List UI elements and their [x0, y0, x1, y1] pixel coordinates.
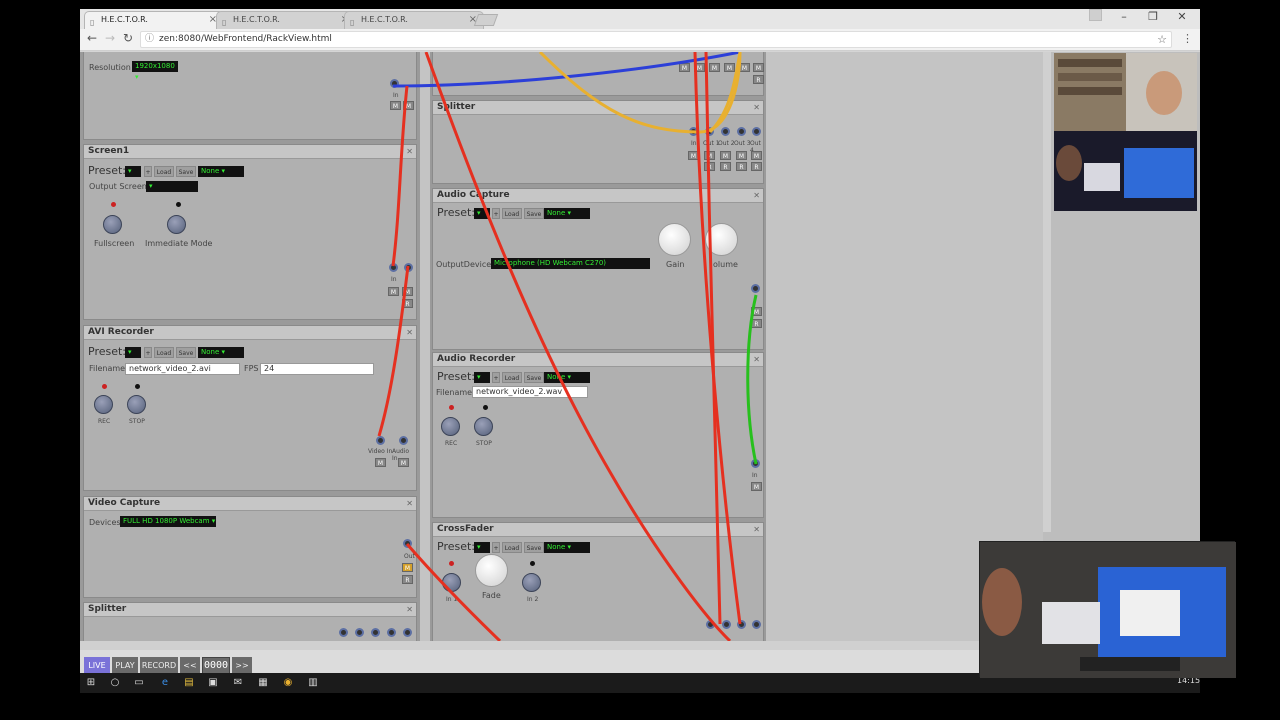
store-icon[interactable]: ▣: [206, 676, 220, 690]
green-cable[interactable]: [746, 294, 758, 465]
pip-image: [980, 542, 1236, 678]
back-icon[interactable]: ←: [84, 31, 100, 45]
red-cable[interactable]: [391, 85, 409, 267]
tab-strip: ▯ H.E.C.T.O.R. × ▯ H.E.C.T.O.R. × ▯ H.E.…: [80, 9, 1200, 29]
app-icon[interactable]: ▦: [256, 676, 270, 690]
picture-in-picture-video: [979, 541, 1236, 678]
close-window-icon[interactable]: ✕: [1172, 10, 1192, 23]
vertical-scrollbar[interactable]: [1043, 52, 1051, 532]
address-bar[interactable]: ⓘ zen:8080/WebFrontend/RackView.html ☆: [140, 31, 1172, 48]
red-cable[interactable]: [405, 543, 502, 641]
browser-tab-1[interactable]: ▯ H.E.C.T.O.R. ×: [84, 11, 224, 29]
tab-title: H.E.C.T.O.R.: [101, 15, 148, 24]
tab-title: H.E.C.T.O.R.: [361, 15, 408, 24]
new-tab-button[interactable]: [473, 14, 499, 26]
browser-tab-3[interactable]: ▯ H.E.C.T.O.R. ×: [344, 11, 484, 29]
profile-icon[interactable]: [1089, 9, 1102, 21]
minimize-icon[interactable]: –: [1114, 10, 1134, 23]
red-cable[interactable]: [377, 265, 410, 437]
yellow-cable[interactable]: [538, 52, 742, 134]
cortana-icon[interactable]: ○: [108, 676, 122, 690]
remote-desktop-icon[interactable]: ▥: [306, 676, 320, 690]
mail-icon[interactable]: ✉: [231, 676, 245, 690]
edge-icon[interactable]: e: [158, 676, 172, 690]
red-cable[interactable]: [424, 52, 732, 641]
patch-cables: [377, 52, 758, 641]
horizontal-scrollbar[interactable]: [80, 641, 1043, 650]
task-view-icon[interactable]: ▭: [132, 676, 146, 690]
webcam-image: [1054, 53, 1197, 211]
chrome-icon[interactable]: ◉: [281, 676, 295, 690]
webcam-feed: [1054, 53, 1197, 211]
star-icon[interactable]: ☆: [1157, 32, 1167, 47]
reload-icon[interactable]: ↻: [120, 31, 136, 45]
tab-title: H.E.C.T.O.R.: [233, 15, 280, 24]
blue-cable[interactable]: [392, 52, 741, 88]
restore-icon[interactable]: ❐: [1143, 10, 1163, 23]
browser-toolbar: ← → ↻ ⓘ zen:8080/WebFrontend/RackView.ht…: [80, 29, 1200, 51]
rack-view: Resolution 1920x1080 ▾ In M M Screen1 ✕ P…: [80, 52, 1043, 641]
windows-start-icon[interactable]: ⊞: [84, 676, 98, 690]
red-cable[interactable]: [704, 52, 722, 625]
kebab-menu-icon[interactable]: ⋮: [1182, 32, 1193, 45]
info-icon[interactable]: ⓘ: [145, 32, 154, 47]
url-text: zen:8080/WebFrontend/RackView.html: [159, 34, 332, 44]
forward-icon[interactable]: →: [102, 31, 118, 45]
browser-tab-2[interactable]: ▯ H.E.C.T.O.R. ×: [216, 11, 356, 29]
file-explorer-icon[interactable]: ▤: [182, 676, 196, 690]
